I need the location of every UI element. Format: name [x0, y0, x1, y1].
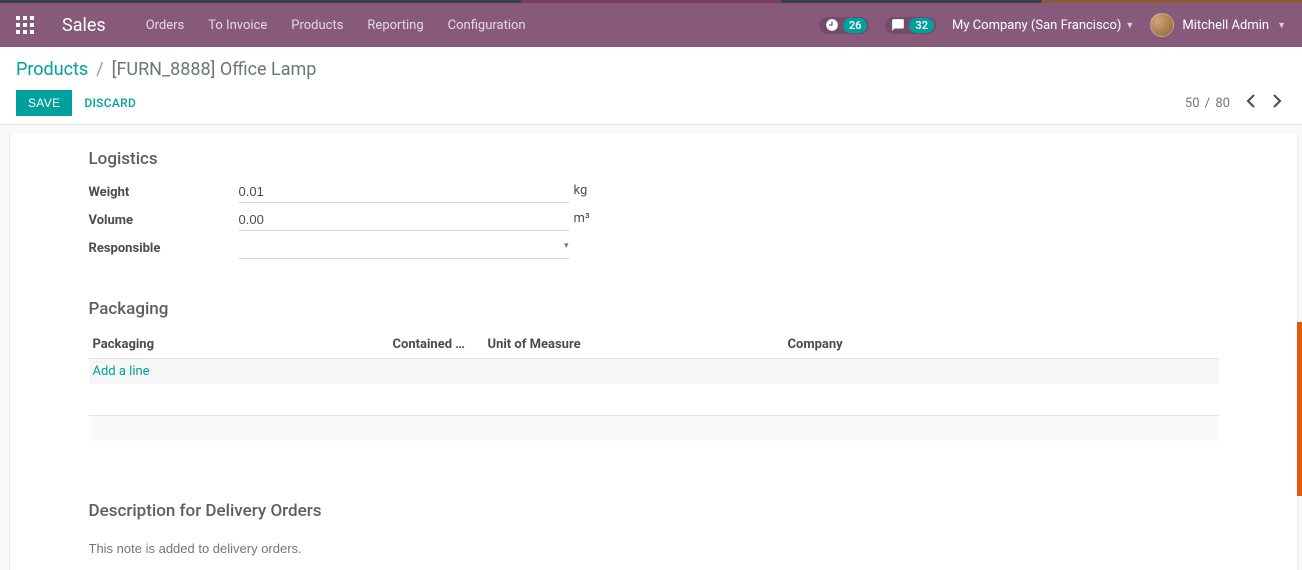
breadcrumb-products[interactable]: Products [16, 59, 88, 80]
packaging-footer [89, 415, 1219, 441]
nav-to-invoice[interactable]: To Invoice [208, 18, 267, 33]
apps-icon[interactable] [16, 16, 34, 34]
message-count: 32 [909, 18, 934, 33]
responsible-input[interactable] [239, 237, 569, 259]
pager: 50 / 80 [1185, 92, 1286, 114]
nav-orders[interactable]: Orders [146, 18, 185, 33]
company-selector[interactable]: My Company (San Francisco) ▼ [952, 18, 1134, 33]
save-button[interactable]: SAVE [16, 90, 72, 116]
form-main: Logistics Weight kg Volume m³ Responsibl… [9, 133, 1298, 570]
col-uom: Unit of Measure [488, 337, 788, 352]
nav-configuration[interactable]: Configuration [448, 18, 526, 33]
weight-label: Weight [89, 185, 239, 200]
pager-next[interactable] [1268, 92, 1286, 114]
avatar [1150, 13, 1174, 37]
discard-button[interactable]: DISCARD [84, 96, 136, 110]
nav-reporting[interactable]: Reporting [367, 18, 423, 33]
company-name: My Company (San Francisco) [952, 18, 1121, 33]
volume-unit: m³ [574, 211, 590, 226]
weight-input[interactable] [239, 181, 569, 203]
col-company: Company [788, 337, 1215, 352]
chevron-down-icon: ▼ [1125, 20, 1134, 31]
control-bar: Products / [FURN_8888] Office Lamp SAVE … [0, 47, 1302, 125]
chevron-left-icon [1246, 94, 1256, 108]
pager-prev[interactable] [1242, 92, 1260, 114]
responsible-label: Responsible [89, 241, 239, 256]
add-line-link[interactable]: Add a line [93, 364, 150, 379]
pager-text: 50 / 80 [1185, 96, 1230, 111]
col-packaging: Packaging [93, 337, 393, 352]
logistics-title: Logistics [89, 149, 1219, 169]
col-contained: Contained … [393, 337, 488, 352]
logistics-section: Logistics Weight kg Volume m³ Responsibl… [89, 149, 1219, 259]
clock-icon [825, 18, 839, 32]
add-line-row: Add a line [89, 359, 1219, 384]
breadcrumb-current: [FURN_8888] Office Lamp [112, 59, 317, 80]
main-navbar: Sales Orders To Invoice Products Reporti… [0, 3, 1302, 47]
message-indicator[interactable]: 32 [885, 17, 936, 34]
breadcrumb-sep: / [96, 59, 103, 80]
user-name: Mitchell Admin [1182, 18, 1269, 33]
delivery-desc-section: Description for Delivery Orders [89, 501, 1219, 557]
scrollbar-thumb[interactable] [1297, 322, 1302, 496]
actions-row: SAVE DISCARD 50 / 80 [16, 90, 1286, 116]
volume-input[interactable] [239, 209, 569, 231]
packaging-section: Packaging Packaging Contained … Unit of … [89, 299, 1219, 441]
user-menu[interactable]: Mitchell Admin ▼ [1150, 13, 1286, 37]
activity-count: 26 [843, 18, 868, 33]
packaging-title: Packaging [89, 299, 1219, 319]
chevron-down-icon: ▼ [1277, 20, 1286, 31]
app-name[interactable]: Sales [62, 15, 106, 36]
nav-menu: Orders To Invoice Products Reporting Con… [146, 18, 819, 33]
chat-icon [891, 18, 905, 32]
breadcrumb: Products / [FURN_8888] Office Lamp [16, 59, 1286, 80]
packaging-table: Packaging Contained … Unit of Measure Co… [89, 331, 1219, 441]
nav-right: 26 32 My Company (San Francisco) ▼ Mitch… [819, 13, 1286, 37]
activity-indicator[interactable]: 26 [819, 17, 870, 34]
chevron-right-icon [1272, 94, 1282, 108]
nav-products[interactable]: Products [291, 18, 343, 33]
weight-unit: kg [574, 183, 588, 198]
delivery-desc-title: Description for Delivery Orders [89, 501, 1219, 521]
volume-label: Volume [89, 213, 239, 228]
delivery-desc-input[interactable] [89, 541, 1219, 556]
